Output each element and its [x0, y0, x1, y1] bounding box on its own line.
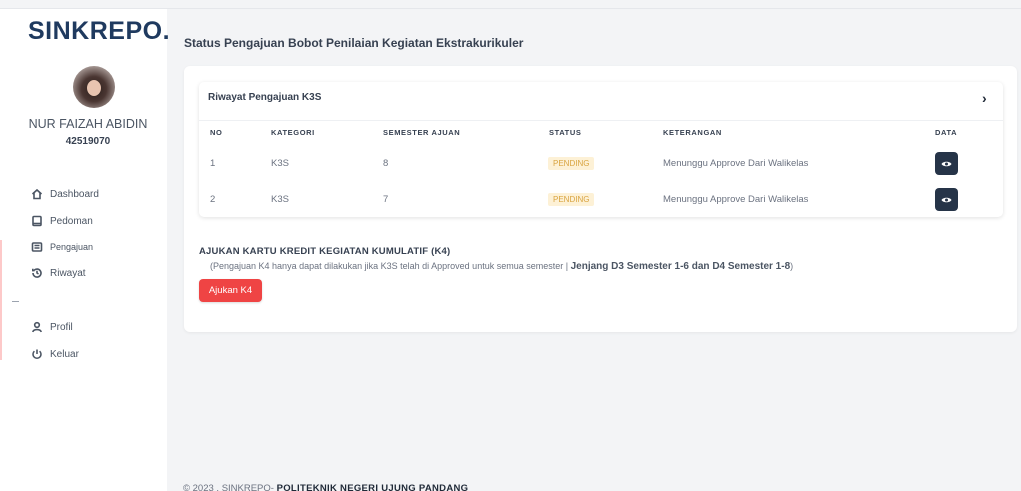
column-header-keterangan: KETERANGAN [663, 128, 722, 137]
view-data-button[interactable] [935, 188, 958, 211]
decorative-accent [0, 240, 2, 360]
cell-no: 2 [210, 194, 216, 205]
view-data-button[interactable] [935, 152, 958, 175]
user-name: NUR FAIZAH ABIDIN [28, 117, 148, 131]
home-icon [31, 188, 43, 200]
k4-note-text: (Pengajuan K4 hanya dapat dilakukan jika… [210, 261, 569, 271]
chevron-right-icon[interactable]: › [982, 90, 987, 106]
cell-semester: 7 [383, 194, 389, 205]
cell-no: 1 [210, 158, 216, 169]
k4-note-emphasis: Jenjang D3 Semester 1-6 dan D4 Semester … [570, 261, 791, 272]
sidebar-item-label: Profil [50, 321, 73, 333]
cell-kategori: K3S [271, 158, 289, 169]
status-badge: PENDING [548, 193, 595, 206]
sidebar-item-label: Pengajuan [50, 242, 94, 252]
submit-k4-button[interactable]: Ajukan K4 [199, 279, 262, 302]
history-icon [32, 268, 42, 278]
cell-kategori: K3S [271, 194, 289, 205]
avatar [73, 66, 115, 108]
user-icon [32, 321, 42, 333]
footer-copyright: © 2023 . SINKREPO- [183, 483, 274, 491]
nav-divider [12, 301, 19, 302]
k4-note: (Pengajuan K4 hanya dapat dilakukan jika… [210, 261, 793, 272]
page-title: Status Pengajuan Bobot Penilaian Kegiata… [184, 36, 524, 50]
status-badge: PENDING [548, 157, 595, 170]
footer: © 2023 . SINKREPO- POLITEKNIK NEGERI UJU… [183, 483, 468, 491]
user-id: 42519070 [65, 136, 111, 147]
k4-note-end: ) [790, 261, 794, 271]
eye-icon [941, 161, 952, 166]
cell-keterangan: Menunggu Approve Dari Walikelas [663, 158, 809, 169]
sidebar-item-label: Riwayat [50, 267, 86, 279]
brand-logo[interactable]: SINKREPO. [28, 17, 170, 46]
history-title: Riwayat Pengajuan K3S [208, 92, 322, 103]
k4-section-title: AJUKAN KARTU KREDIT KEGIATAN KUMULATIF (… [199, 246, 451, 257]
column-header-no: NO [210, 128, 223, 137]
sidebar-item-label: Dashboard [50, 188, 99, 200]
list-icon [31, 242, 43, 252]
cell-keterangan: Menunggu Approve Dari Walikelas [663, 194, 809, 205]
sidebar-item-riwayat[interactable]: Riwayat [31, 265, 86, 281]
sidebar-item-dashboard[interactable]: Dashboard [31, 186, 99, 202]
book-icon [32, 215, 42, 227]
column-header-semester: SEMESTER AJUAN [383, 128, 461, 137]
eye-icon [941, 197, 952, 202]
card-divider [199, 120, 1003, 121]
sidebar-item-pedoman[interactable]: Pedoman [31, 213, 93, 229]
sidebar-item-label: Keluar [50, 348, 79, 360]
column-header-kategori: KATEGORI [271, 128, 315, 137]
sidebar-item-profil[interactable]: Profil [31, 319, 73, 335]
column-header-status: STATUS [549, 128, 582, 137]
power-icon [32, 349, 42, 360]
sidebar-item-pengajuan[interactable]: Pengajuan [31, 239, 93, 255]
sidebar-item-label: Pedoman [50, 215, 93, 227]
sidebar-item-keluar[interactable]: Keluar [31, 346, 79, 362]
column-header-data: DATA [935, 128, 958, 137]
footer-org: POLITEKNIK NEGERI UJUNG PANDANG [276, 483, 469, 491]
cell-semester: 8 [383, 158, 389, 169]
